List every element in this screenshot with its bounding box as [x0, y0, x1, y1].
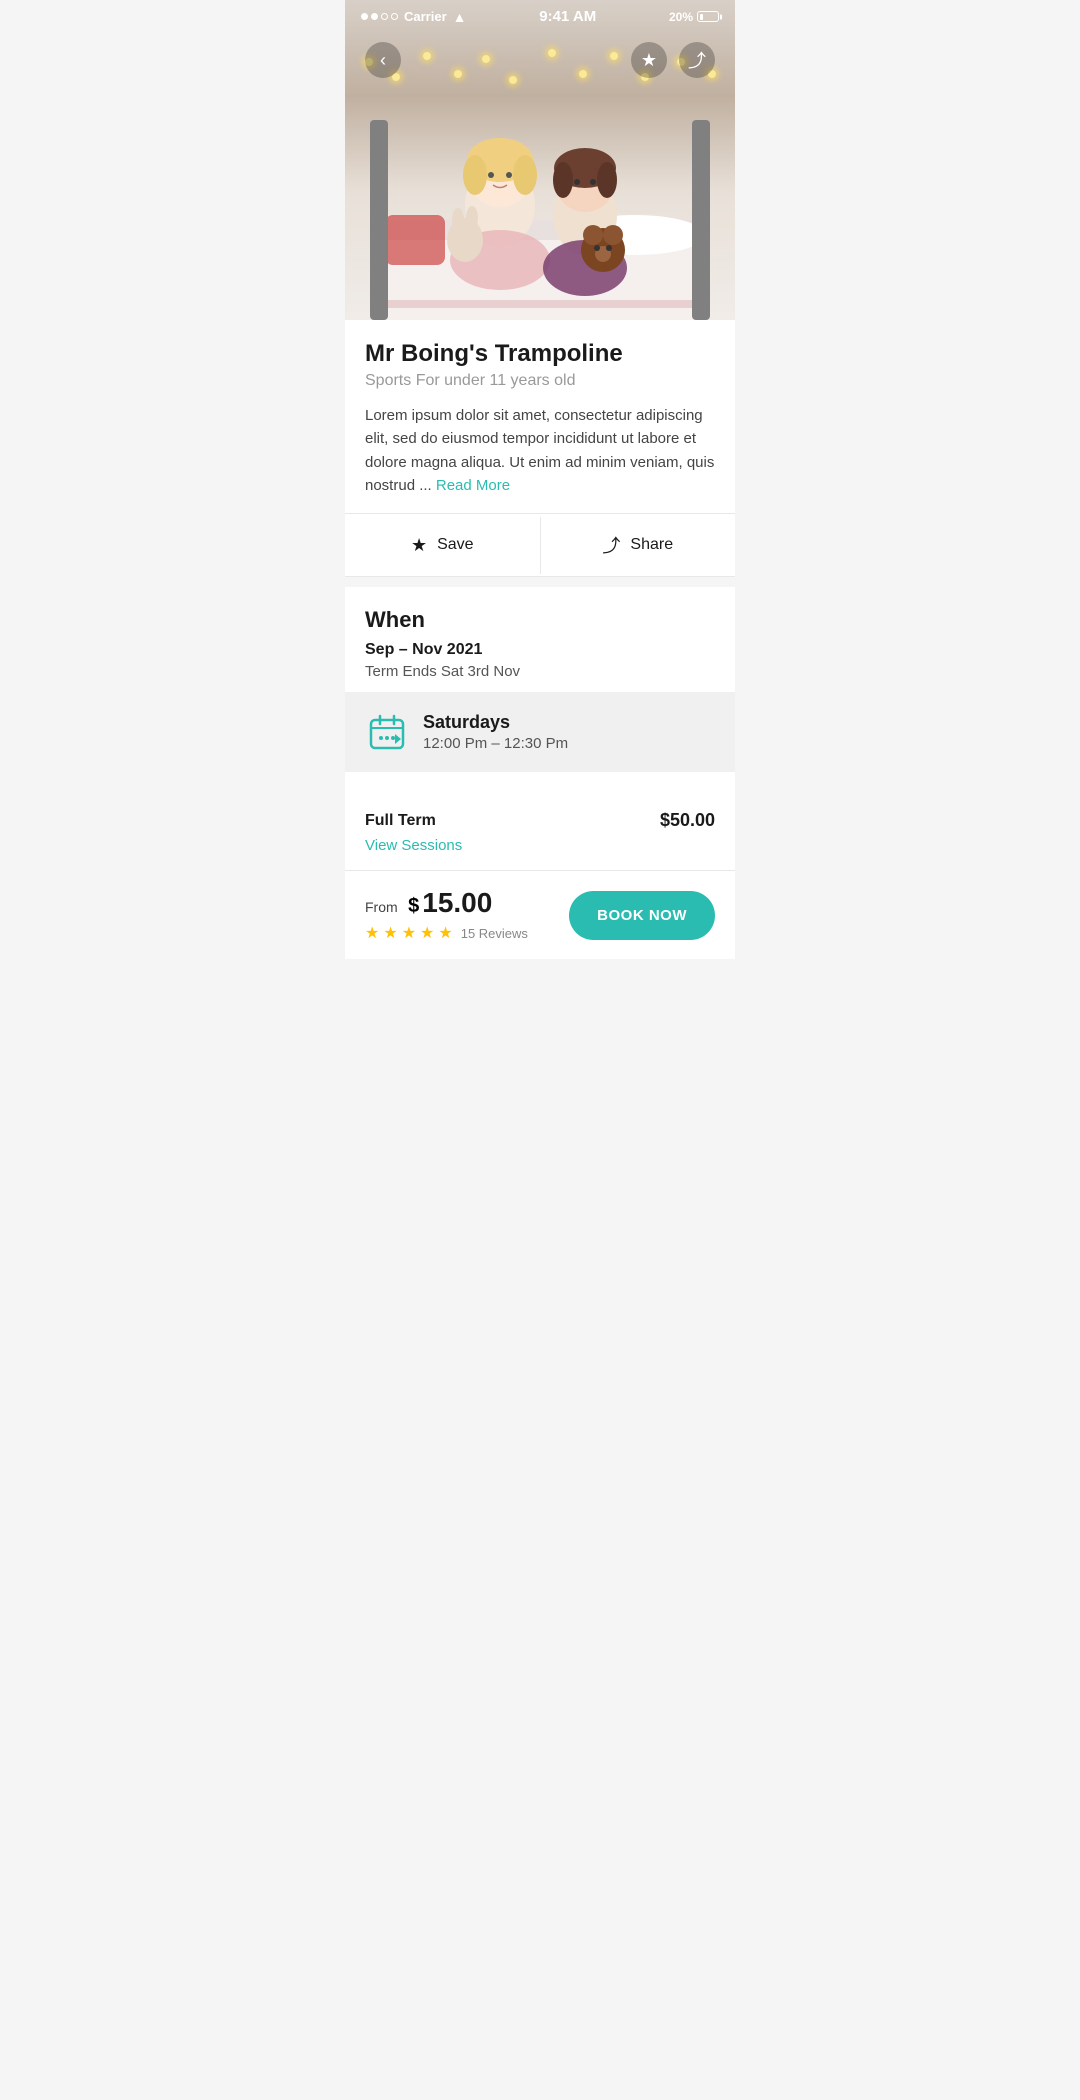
star-5: ★ — [438, 923, 452, 943]
star-1: ★ — [365, 923, 379, 943]
bookmark-button[interactable]: ★ — [631, 42, 667, 78]
venue-subtitle: Sports For under 11 years old — [365, 372, 715, 390]
share-button[interactable]: ⤴ Share — [541, 514, 736, 576]
schedule-info: Saturdays 12:00 Pm – 12:30 Pm — [423, 712, 568, 752]
save-button[interactable]: ★ Save — [345, 517, 541, 574]
price-line: From $ 15.00 — [365, 887, 528, 919]
venue-title: Mr Boing's Trampoline — [365, 340, 715, 368]
divider-bottom — [345, 576, 735, 577]
status-left: Carrier ▲ — [361, 9, 467, 25]
status-right: 20% — [669, 10, 719, 24]
battery-percent: 20% — [669, 10, 693, 24]
status-time: 9:41 AM — [539, 8, 596, 25]
save-star-icon: ★ — [411, 535, 427, 556]
signal-dot-2 — [371, 13, 378, 20]
action-buttons: ★ Save ⤴ Share — [345, 514, 735, 576]
signal-dot-4 — [391, 13, 398, 20]
stars-row: ★ ★ ★ ★ ★ 15 Reviews — [365, 923, 528, 943]
star-4: ★ — [420, 923, 434, 943]
back-icon: ‹ — [380, 50, 386, 71]
venue-description: Lorem ipsum dolor sit amet, consectetur … — [365, 404, 715, 497]
book-now-button[interactable]: BOOK NOW — [569, 891, 715, 940]
bookmark-icon: ★ — [641, 50, 657, 71]
full-term-price: $50.00 — [660, 810, 715, 831]
price-from-section: From $ 15.00 ★ ★ ★ ★ ★ 15 Reviews — [365, 887, 528, 943]
currency-symbol: $ — [408, 895, 419, 918]
signal-dot-3 — [381, 13, 388, 20]
battery-fill — [700, 14, 703, 20]
full-term-label: Full Term — [365, 812, 436, 830]
share-icon-hero: ⤴ — [688, 47, 706, 73]
term-ends: Term Ends Sat 3rd Nov — [365, 663, 715, 680]
battery-icon — [697, 11, 719, 22]
view-sessions-link[interactable]: View Sessions — [365, 837, 715, 870]
from-label: From — [365, 899, 398, 915]
pricing-section: Full Term $50.00 View Sessions — [345, 792, 735, 870]
reviews-count: 15 Reviews — [461, 926, 528, 941]
carrier-label: Carrier — [404, 9, 447, 24]
pricing-row: Full Term $50.00 — [365, 810, 715, 831]
back-button[interactable]: ‹ — [365, 42, 401, 78]
schedule-day: Saturdays — [423, 712, 568, 733]
share-label: Share — [630, 536, 673, 554]
signal-dots — [361, 13, 398, 20]
share-action-icon: ⤴ — [602, 532, 620, 558]
hero-image: ‹ ★ ⤴ — [345, 0, 735, 320]
calendar-icon — [365, 710, 409, 754]
nav-right-buttons: ★ ⤴ — [631, 42, 715, 78]
when-title: When — [365, 607, 715, 633]
main-content: Mr Boing's Trampoline Sports For under 1… — [345, 320, 735, 577]
read-more-link[interactable]: Read More — [436, 477, 510, 494]
date-range: Sep – Nov 2021 — [365, 641, 715, 659]
schedule-card: Saturdays 12:00 Pm – 12:30 Pm — [345, 692, 735, 772]
status-bar: Carrier ▲ 9:41 AM 20% — [345, 0, 735, 29]
schedule-time: 12:00 Pm – 12:30 Pm — [423, 735, 568, 752]
nav-overlay: ‹ ★ ⤴ — [345, 42, 735, 78]
when-section: When Sep – Nov 2021 Term Ends Sat 3rd No… — [345, 587, 735, 792]
bottom-bar: From $ 15.00 ★ ★ ★ ★ ★ 15 Reviews BOOK N… — [345, 870, 735, 959]
signal-dot-1 — [361, 13, 368, 20]
save-label: Save — [437, 536, 473, 554]
star-2: ★ — [383, 923, 397, 943]
share-button-hero[interactable]: ⤴ — [679, 42, 715, 78]
battery-body — [697, 11, 719, 22]
from-price: 15.00 — [422, 887, 492, 919]
wifi-icon: ▲ — [453, 9, 467, 25]
star-3: ★ — [402, 923, 416, 943]
